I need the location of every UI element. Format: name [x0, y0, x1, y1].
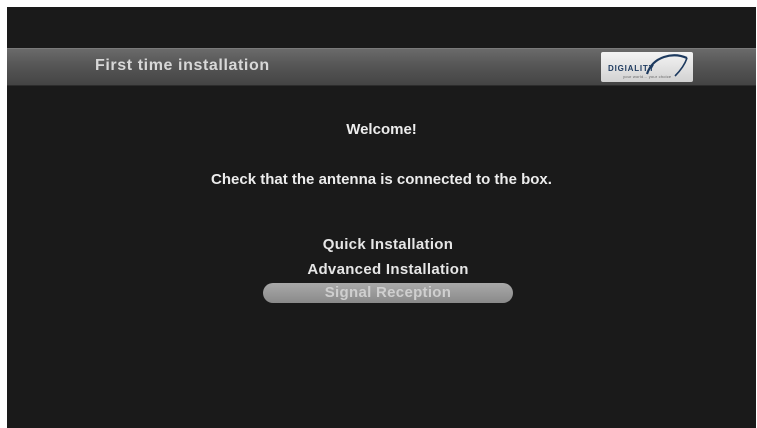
brand-name: DIGIALITY: [608, 64, 655, 73]
welcome-heading: Welcome!: [346, 121, 417, 138]
header-bar: First time installation DIGIALITY your w…: [7, 48, 756, 86]
brand-logo: DIGIALITY your world... your choice: [601, 52, 693, 82]
page-title: First time installation: [95, 57, 270, 74]
menu-item-advanced-installation[interactable]: Advanced Installation: [263, 260, 513, 280]
brand-tagline: your world... your choice: [623, 74, 672, 79]
menu-item-quick-installation[interactable]: Quick Installation: [263, 235, 513, 255]
menu-item-signal-reception[interactable]: Signal Reception: [263, 283, 513, 303]
antenna-instruction: Check that the antenna is connected to t…: [211, 171, 552, 188]
tv-screen: First time installation DIGIALITY your w…: [7, 7, 756, 428]
